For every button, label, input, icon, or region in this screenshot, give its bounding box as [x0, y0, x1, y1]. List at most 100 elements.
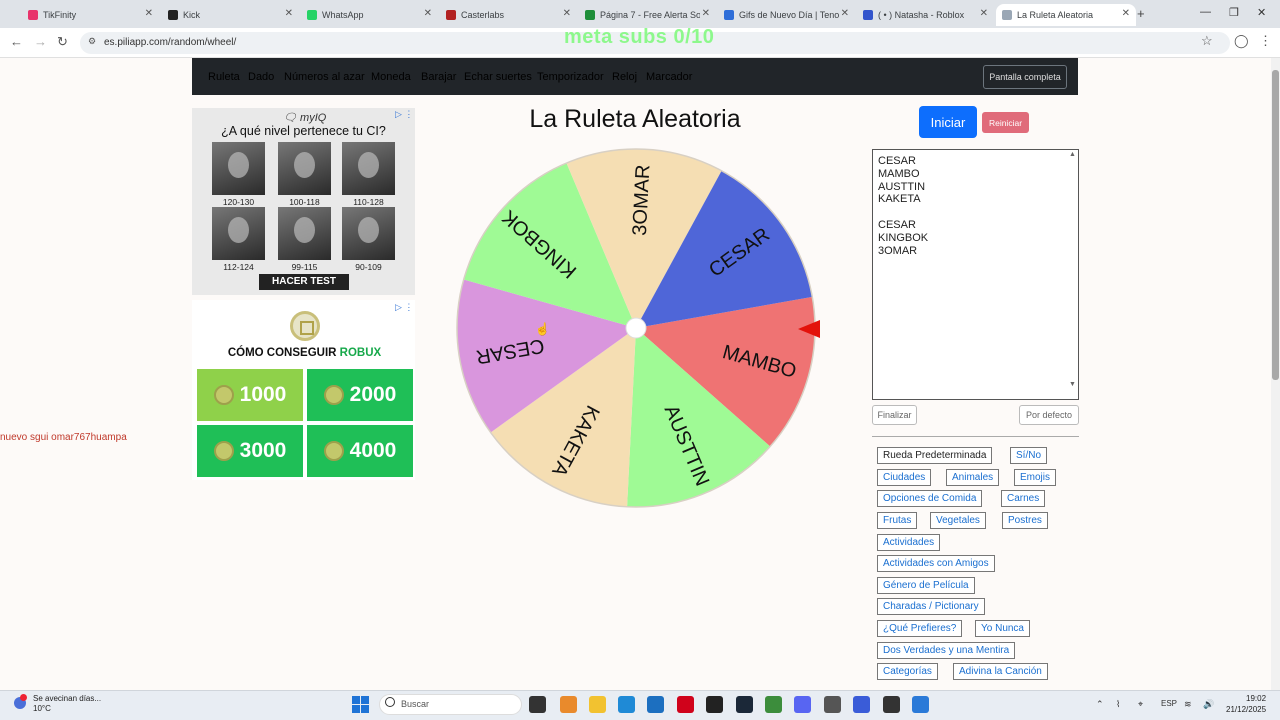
copilot-icon[interactable]	[560, 696, 577, 713]
edge-icon[interactable]	[618, 696, 635, 713]
capcut-icon[interactable]	[706, 696, 723, 713]
location-icon[interactable]: ⌖	[1138, 699, 1143, 710]
tab-close-icon[interactable]: ✕	[841, 8, 849, 19]
nav-item[interactable]: Barajar	[421, 71, 456, 83]
preset-button[interactable]: Opciones de Comida	[877, 490, 983, 507]
nav-item[interactable]: Dado	[248, 71, 274, 83]
scrollbar-thumb[interactable]	[1272, 70, 1279, 380]
preset-button[interactable]: Dos Verdades y una Mentira	[877, 642, 1016, 659]
tab-favicon-icon	[1002, 10, 1012, 20]
browser-tab[interactable]: Kick ✕	[162, 4, 299, 26]
language-indicator[interactable]: ESP	[1161, 699, 1177, 708]
default-button[interactable]: Por defecto	[1019, 405, 1079, 425]
minimize-icon[interactable]: —	[1200, 6, 1211, 18]
browser-tab[interactable]: Gifs de Nuevo Día | Tenor ✕	[718, 4, 855, 26]
weather-icon[interactable]	[14, 694, 27, 709]
preset-button[interactable]: Postres	[1002, 512, 1048, 529]
nav-item[interactable]: Moneda	[371, 71, 411, 83]
tray-chevron-icon[interactable]: ⌃	[1096, 699, 1104, 710]
scroll-down-icon[interactable]: ▼	[1069, 381, 1076, 388]
windows-start-icon[interactable]	[352, 696, 369, 713]
notepad-icon[interactable]	[912, 696, 929, 713]
roblox-icon[interactable]	[853, 696, 870, 713]
tab-close-icon[interactable]: ✕	[702, 8, 710, 19]
start-button[interactable]: Iniciar	[919, 106, 977, 138]
robux-tile[interactable]: 2000	[307, 369, 413, 421]
preset-button[interactable]: ¿Qué Prefieres?	[877, 620, 963, 637]
store-icon[interactable]	[647, 696, 664, 713]
nav-item[interactable]: Marcador	[646, 71, 692, 83]
nav-item[interactable]: Temporizador	[537, 71, 604, 83]
robux-tile[interactable]: 1000	[197, 369, 303, 421]
profile-icon[interactable]: ◯	[1234, 33, 1249, 49]
new-tab-button[interactable]: +	[1137, 6, 1145, 21]
chrome-icon[interactable]	[765, 696, 782, 713]
preset-button[interactable]: Adivina la Canción	[953, 663, 1048, 680]
nav-item[interactable]: Echar suertes	[464, 71, 532, 83]
preset-button[interactable]: Emojis	[1014, 469, 1057, 486]
page-scrollbar[interactable]	[1271, 58, 1280, 692]
browser-tab[interactable]: Casterlabs ✕	[440, 4, 577, 26]
menu-kebab-icon[interactable]: ⋮	[1259, 33, 1272, 49]
nav-item[interactable]: Reloj	[612, 71, 637, 83]
forward-icon[interactable]: →	[34, 34, 47, 49]
browser-tab[interactable]: La Ruleta Aleatoria ✕	[996, 4, 1136, 26]
robux-tile[interactable]: 4000	[307, 425, 413, 477]
task-view-icon[interactable]	[529, 696, 546, 713]
nav-item[interactable]: Números al azar	[284, 71, 365, 83]
robux-amount: 3000	[239, 439, 287, 462]
ad-choices-icon[interactable]: ▷ ⋮	[395, 302, 413, 313]
browser-tab[interactable]: Página 7 - Free Alerta Sou ✕	[579, 4, 716, 26]
preset-button[interactable]: Animales	[946, 469, 1000, 486]
close-window-icon[interactable]: ✕	[1257, 6, 1266, 19]
preset-button[interactable]: Yo Nunca	[975, 620, 1030, 637]
maximize-icon[interactable]: ❐	[1229, 6, 1239, 19]
tab-close-icon[interactable]: ✕	[285, 8, 293, 19]
names-textarea[interactable]	[872, 149, 1079, 400]
preset-button[interactable]: Frutas	[877, 512, 918, 529]
obs-icon[interactable]	[883, 696, 900, 713]
preset-button[interactable]: Género de Película	[877, 577, 975, 594]
preset-button[interactable]: Actividades con Amigos	[877, 555, 995, 572]
scroll-up-icon[interactable]: ▲	[1069, 151, 1076, 158]
browser-tab[interactable]: ( • ) Natasha - Roblox ✕	[857, 4, 994, 26]
file-explorer-icon[interactable]	[589, 696, 606, 713]
preset-button[interactable]: Rueda Predeterminada	[877, 447, 993, 464]
network-icon[interactable]: ⌇	[1116, 699, 1120, 710]
tab-close-icon[interactable]: ✕	[1122, 8, 1130, 19]
finalize-button[interactable]: Finalizar	[872, 405, 917, 425]
back-icon[interactable]: ←	[10, 34, 23, 49]
steam-icon[interactable]	[736, 696, 753, 713]
site-info-icon[interactable]: ⚙	[88, 36, 96, 47]
bookmark-star-icon[interactable]: ☆	[1201, 33, 1213, 49]
reset-button[interactable]: Reiniciar	[982, 112, 1029, 133]
tab-close-icon[interactable]: ✕	[145, 8, 153, 19]
ad-cta-button[interactable]: HACER TEST	[259, 274, 349, 290]
preset-button[interactable]: Charadas / Pictionary	[877, 598, 985, 615]
snipping-tool-icon[interactable]	[824, 696, 841, 713]
robux-tile[interactable]: 3000	[197, 425, 303, 477]
browser-tab[interactable]: TikFinity ✕	[22, 4, 159, 26]
netflix-icon[interactable]	[677, 696, 694, 713]
tab-close-icon[interactable]: ✕	[980, 8, 988, 19]
wifi-icon[interactable]: ≋	[1184, 699, 1192, 710]
nav-item[interactable]: Ruleta	[208, 71, 240, 83]
reload-icon[interactable]: ↻	[57, 34, 68, 50]
weather-widget[interactable]: Se avecinan días... 10°C	[33, 694, 101, 714]
volume-icon[interactable]: 🔊	[1203, 699, 1214, 710]
system-clock[interactable]: 19:02 21/12/2025	[1226, 693, 1266, 715]
tab-close-icon[interactable]: ✕	[424, 8, 432, 19]
preset-button[interactable]: Categorías	[877, 663, 938, 680]
fullscreen-button[interactable]: Pantalla completa	[983, 65, 1067, 89]
preset-button[interactable]: Carnes	[1001, 490, 1046, 507]
preset-button[interactable]: Actividades	[877, 534, 941, 551]
wheel-hub[interactable]	[625, 317, 647, 339]
preset-button[interactable]: Vegetales	[930, 512, 986, 529]
browser-tab[interactable]: WhatsApp ✕	[301, 4, 438, 26]
preset-button[interactable]: Ciudades	[877, 469, 932, 486]
discord-icon[interactable]	[794, 696, 811, 713]
tab-close-icon[interactable]: ✕	[563, 8, 571, 19]
spinning-wheel[interactable]: MAMBOAUSTTINKAKETACESARKINGBOK3OMARCESAR	[454, 146, 818, 510]
preset-button[interactable]: Sí/No	[1010, 447, 1048, 464]
ad-choices-icon[interactable]: ▷ ⋮	[395, 109, 413, 120]
